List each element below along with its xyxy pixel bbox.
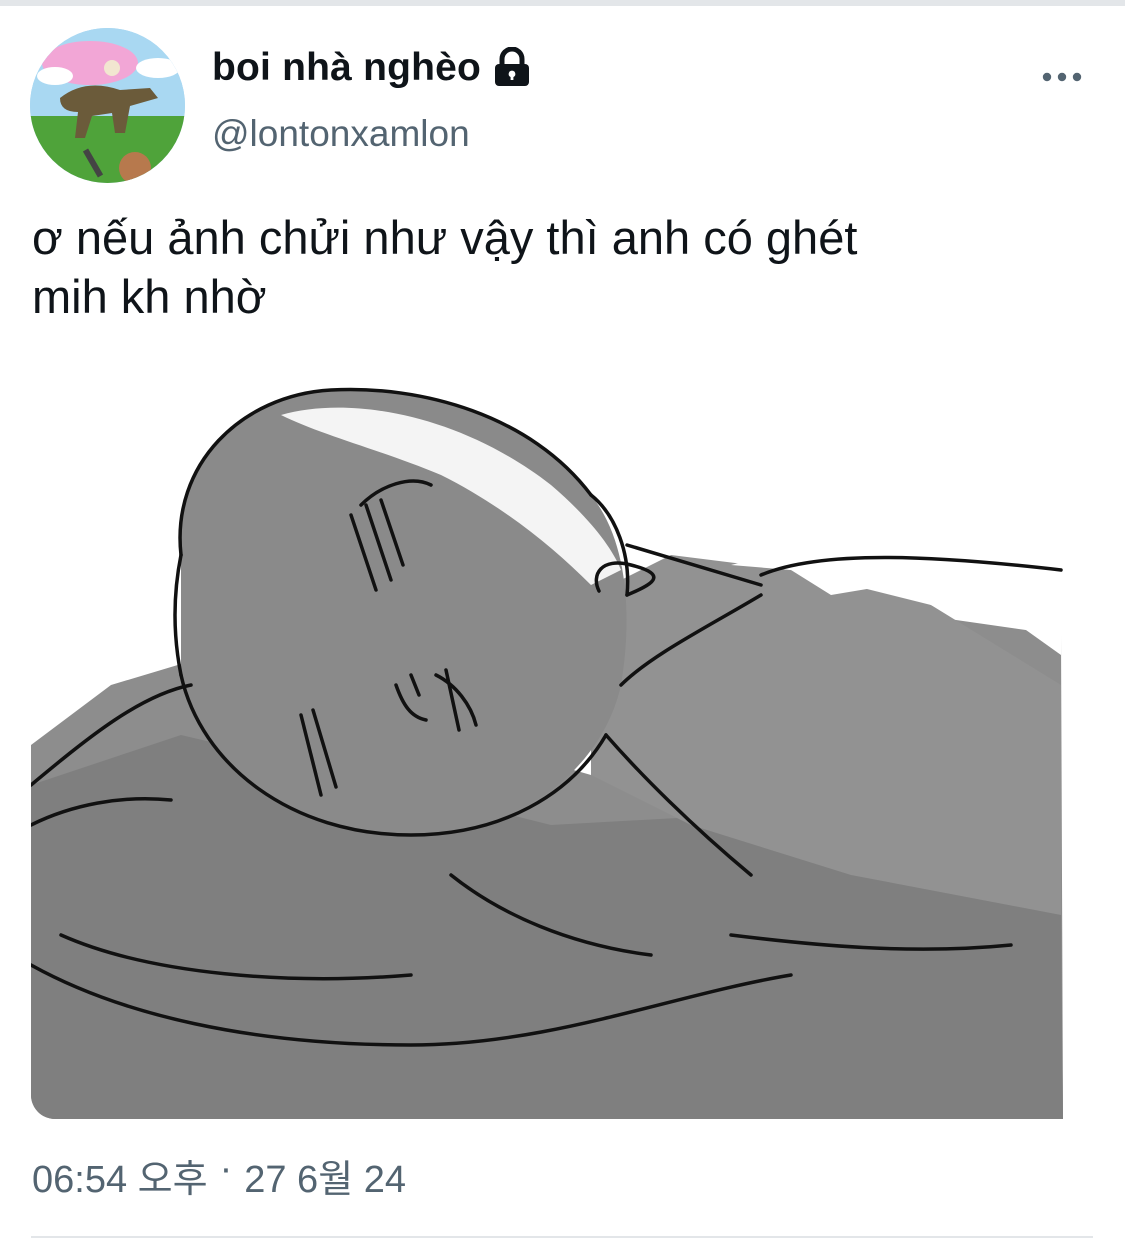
avatar-illustration — [30, 28, 185, 183]
tweet-text: ơ nếu ảnh chửi như vậy thì anh có ghét m… — [32, 211, 858, 323]
tweet-timestamp[interactable]: 06:54 오후 · 27 6월 24 — [32, 1148, 406, 1203]
sketch-illustration — [31, 355, 1093, 1119]
timestamp-separator: · — [219, 1148, 233, 1190]
bottom-divider — [31, 1236, 1093, 1238]
tweet-time: 06:54 오후 — [32, 1159, 208, 1201]
display-name[interactable]: boi nhà nghèo — [212, 46, 481, 90]
top-divider — [0, 0, 1125, 6]
tweet-date: 27 6월 24 — [244, 1159, 406, 1201]
attached-image[interactable] — [31, 355, 1093, 1119]
more-horizontal-icon[interactable] — [1040, 62, 1084, 92]
avatar[interactable] — [30, 28, 185, 183]
author-name-row: boi nhà nghèo — [212, 42, 533, 94]
author-handle[interactable]: @lontonxamlon — [212, 113, 470, 155]
lock-icon — [491, 46, 533, 89]
